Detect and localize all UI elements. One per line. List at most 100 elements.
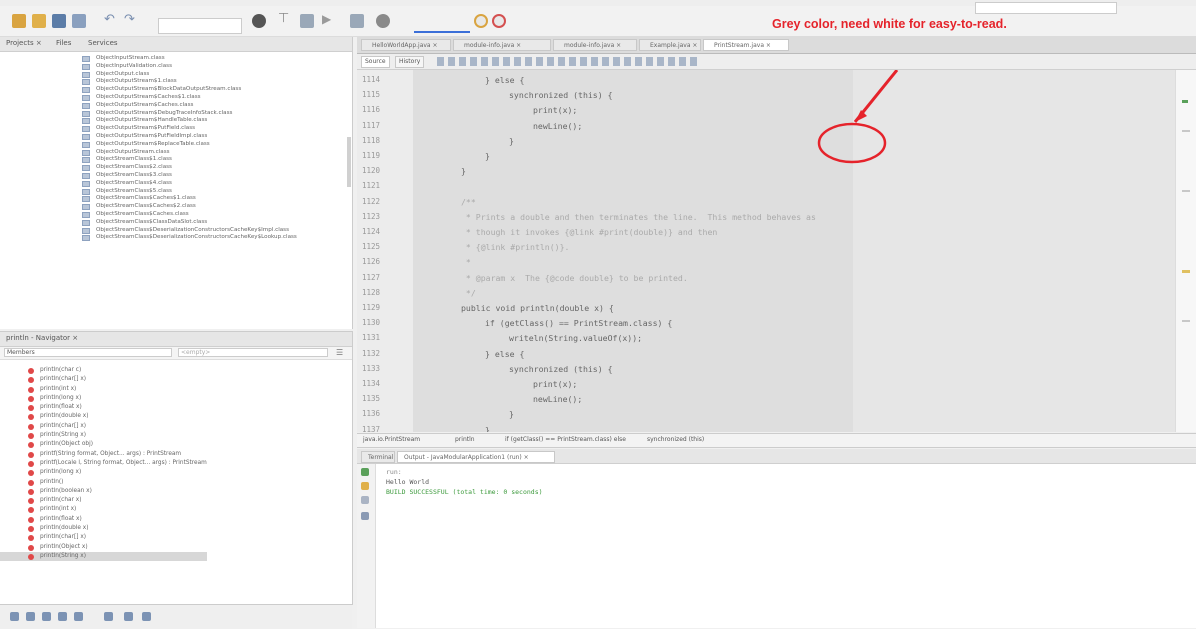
gc-icon[interactable]	[474, 14, 488, 28]
navigator-member-item[interactable]: println(char[] x)	[28, 533, 207, 542]
status-icon[interactable]	[26, 612, 35, 621]
new-file-icon[interactable]	[12, 14, 26, 28]
navigator-member-item[interactable]: println(int x)	[28, 505, 207, 514]
navigator-member-item[interactable]: println(float x)	[28, 403, 207, 412]
rerun-with-args-icon[interactable]	[361, 482, 369, 490]
navigator-member-item[interactable]: println(Object x)	[28, 543, 207, 552]
new-project-icon[interactable]	[32, 14, 46, 28]
output-settings-icon[interactable]	[361, 512, 369, 520]
output-window[interactable]: run: Hello World BUILD SUCCESSFUL (total t…	[357, 464, 1196, 628]
navigator-member-item[interactable]: println(String x)	[28, 431, 207, 440]
navigator-member-item[interactable]: println(long x)	[28, 468, 207, 477]
source-button[interactable]: Source	[361, 56, 390, 68]
editor-tab[interactable]: PrintStream.java ×	[703, 39, 789, 51]
tab-navigator[interactable]: println - Navigator ×	[6, 334, 78, 342]
tree-file-item[interactable]: ObjectOutputStream$Caches.class	[82, 102, 297, 110]
tree-file-item[interactable]: ObjectStreamClass$Caches.class	[82, 211, 297, 219]
breadcrumb-item[interactable]: if (getClass() == PrintStream.class) els…	[505, 436, 626, 443]
tree-file-item[interactable]: ObjectInputValidation.class	[82, 63, 297, 71]
code-area[interactable]: } else {synchronized (this) {print(x); ne…	[413, 70, 853, 432]
stripe-mark[interactable]	[1182, 270, 1190, 273]
undo-icon[interactable]: ↶	[104, 12, 118, 27]
status-icon[interactable]	[42, 612, 51, 621]
tree-file-item[interactable]: ObjectStreamClass$DeserializationConstru…	[82, 227, 297, 235]
web-icon[interactable]	[252, 14, 266, 28]
stripe-mark[interactable]	[1182, 320, 1190, 322]
tree-file-item[interactable]: ObjectStreamClass$4.class	[82, 180, 297, 188]
status-icon[interactable]	[74, 612, 83, 621]
navigator-member-item[interactable]: println(Object obj)	[28, 440, 207, 449]
members-combo[interactable]: Members	[4, 348, 172, 357]
tree-file-item[interactable]: ObjectStreamClass$DeserializationConstru…	[82, 234, 297, 242]
profile-icon[interactable]	[376, 14, 390, 28]
code-editor[interactable]: 1114 1115 1116 1117 1118 1119 1120 1121 1122 1123…	[357, 70, 1196, 432]
history-button[interactable]: History	[395, 56, 425, 68]
navigator-member-item[interactable]: println(char c)	[28, 366, 207, 375]
memory-indicator[interactable]	[414, 21, 470, 33]
navigator-member-item[interactable]: println(long x)	[28, 394, 207, 403]
breadcrumb-item[interactable]: synchronized (this)	[647, 436, 704, 443]
tree-file-item[interactable]: ObjectStreamClass$1.class	[82, 156, 297, 164]
tree-file-item[interactable]: ObjectInputStream.class	[82, 55, 297, 63]
navigator-member-item[interactable]: println(char[] x)	[28, 375, 207, 384]
stop-icon[interactable]	[492, 14, 506, 28]
tab-files[interactable]: Files	[56, 39, 71, 47]
navigator-member-item[interactable]: println(boolean x)	[28, 487, 207, 496]
stop-output-icon[interactable]	[361, 496, 369, 504]
editor-action-icons[interactable]	[437, 57, 697, 66]
members-filter-combo[interactable]: <empty>	[178, 348, 328, 357]
tree-file-item[interactable]: ObjectOutputStream$1.class	[82, 78, 297, 86]
editor-tab[interactable]: Example.java ×	[639, 39, 701, 51]
tab-output[interactable]: Output - JavaModularApplication1 (run) ×	[397, 451, 555, 463]
tree-file-item[interactable]: ObjectStreamClass$5.class	[82, 188, 297, 196]
configuration-combo[interactable]	[158, 18, 242, 34]
run-icon[interactable]: ▶	[322, 12, 336, 26]
debug-icon[interactable]	[350, 14, 364, 28]
projects-scrollbar[interactable]	[347, 137, 351, 187]
editor-tab[interactable]: module-info.java ×	[553, 39, 637, 51]
tab-projects[interactable]: Projects ×	[6, 39, 42, 47]
tree-file-item[interactable]: ObjectOutputStream$PutField.class	[82, 125, 297, 133]
breadcrumb-item[interactable]: println	[455, 436, 475, 443]
tab-terminal[interactable]: Terminal	[361, 451, 395, 463]
stripe-mark[interactable]	[1182, 190, 1190, 192]
navigator-member-item[interactable]: println(double x)	[28, 524, 207, 533]
status-icon[interactable]	[58, 612, 67, 621]
breadcrumb-item[interactable]: java.io.PrintStream	[363, 436, 420, 443]
navigator-member-item[interactable]: println(int x)	[28, 385, 207, 394]
stripe-mark[interactable]	[1182, 100, 1188, 103]
navigator-menu-icon[interactable]: ☰	[336, 348, 343, 357]
navigator-member-item[interactable]: printf(String format, Object... args) : …	[28, 450, 207, 459]
tree-file-item[interactable]: ObjectStreamClass$2.class	[82, 164, 297, 172]
navigator-member-item[interactable]: println()	[28, 478, 207, 487]
navigator-member-item[interactable]: printf(Locale l, String format, Object..…	[28, 459, 207, 468]
rerun-icon[interactable]	[361, 468, 369, 476]
editor-tab[interactable]: module-info.java ×	[453, 39, 551, 51]
navigator-member-item[interactable]: println(char x)	[28, 496, 207, 505]
tree-file-item[interactable]: ObjectOutputStream.class	[82, 149, 297, 157]
tree-file-item[interactable]: ObjectOutputStream$PutFieldImpl.class	[82, 133, 297, 141]
navigator-member-item[interactable]: println(String x)	[0, 551, 207, 562]
editor-tab[interactable]: HelloWorldApp.java ×	[361, 39, 451, 51]
navigator-member-item[interactable]: println(char[] x)	[28, 422, 207, 431]
tree-file-item[interactable]: ObjectOutputStream$BlockDataOutputStream…	[82, 86, 297, 94]
tree-file-item[interactable]: ObjectStreamClass$Caches$1.class	[82, 195, 297, 203]
tree-file-item[interactable]: ObjectStreamClass$ClassDataSlot.class	[82, 219, 297, 227]
filter-icon[interactable]: ⊤	[278, 11, 292, 26]
open-icon[interactable]	[72, 14, 86, 28]
status-icon[interactable]	[142, 612, 151, 621]
quick-search-input[interactable]	[975, 2, 1117, 14]
tree-file-item[interactable]: ObjectStreamClass$Caches$2.class	[82, 203, 297, 211]
tree-file-item[interactable]: ObjectOutputStream$HandleTable.class	[82, 117, 297, 125]
status-icon[interactable]	[104, 612, 113, 621]
status-icon[interactable]	[124, 612, 133, 621]
clean-build-icon[interactable]	[300, 14, 314, 28]
navigator-member-item[interactable]: println(double x)	[28, 412, 207, 421]
save-all-icon[interactable]	[52, 14, 66, 28]
tree-file-item[interactable]: ObjectOutputStream$DebugTraceInfoStack.c…	[82, 110, 297, 118]
tree-file-item[interactable]: ObjectOutputStream$Caches$1.class	[82, 94, 297, 102]
tree-file-item[interactable]: ObjectOutput.class	[82, 71, 297, 79]
tree-file-item[interactable]: ObjectStreamClass$3.class	[82, 172, 297, 180]
redo-icon[interactable]: ↷	[124, 12, 138, 27]
tab-services[interactable]: Services	[88, 39, 118, 47]
